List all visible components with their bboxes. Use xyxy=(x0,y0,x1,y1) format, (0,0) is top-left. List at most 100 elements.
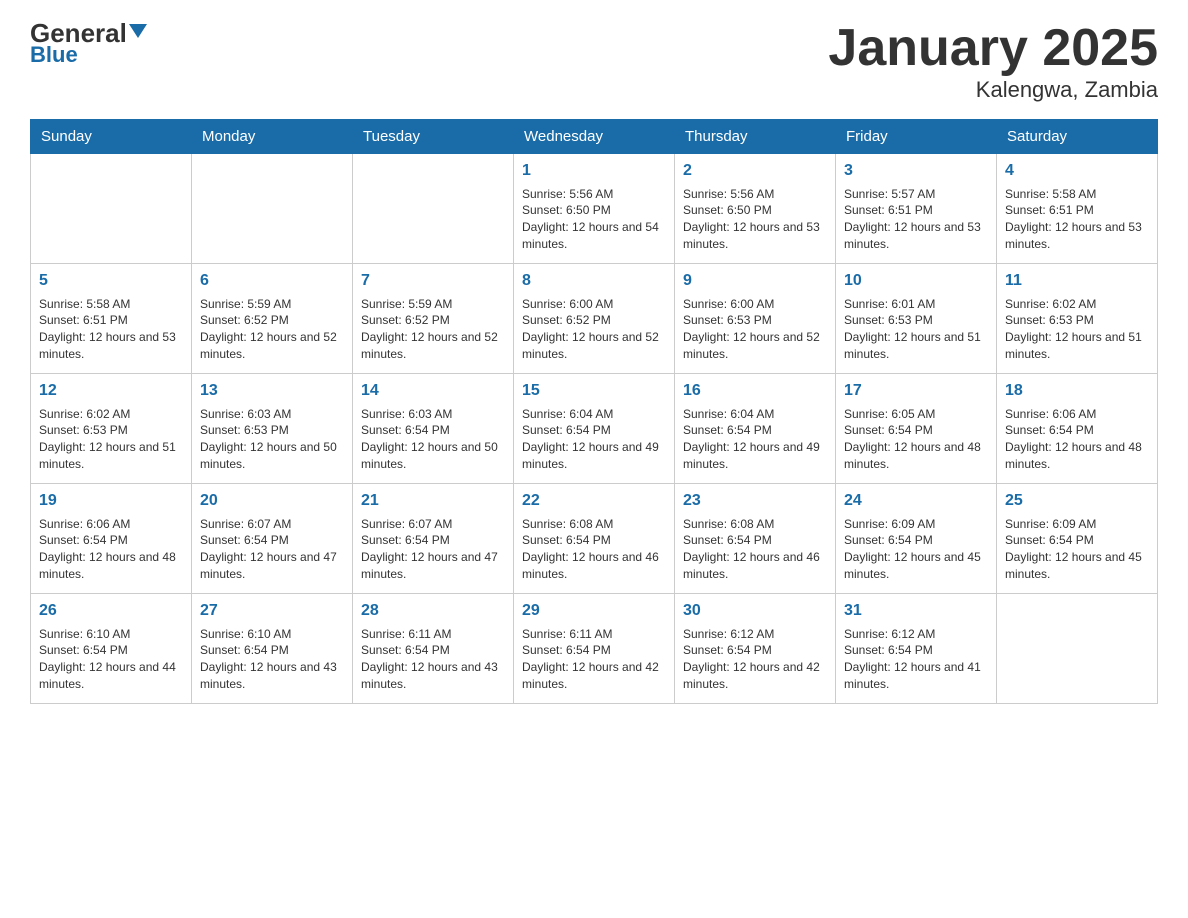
day-number: 22 xyxy=(522,490,666,512)
logo-sub: Blue xyxy=(30,42,78,68)
page-header: General Blue January 2025 Kalengwa, Zamb… xyxy=(30,20,1158,103)
day-info: Sunrise: 6:03 AMSunset: 6:54 PMDaylight:… xyxy=(361,407,498,471)
logo: General Blue xyxy=(30,20,147,68)
day-info: Sunrise: 5:59 AMSunset: 6:52 PMDaylight:… xyxy=(361,297,498,361)
calendar-cell: 19 Sunrise: 6:06 AMSunset: 6:54 PMDayligh… xyxy=(31,484,192,594)
day-number: 14 xyxy=(361,380,505,402)
logo-triangle-icon xyxy=(129,24,147,38)
day-info: Sunrise: 6:05 AMSunset: 6:54 PMDaylight:… xyxy=(844,407,981,471)
week-row-3: 12Sunrise: 6:02 AMSunset: 6:53 PMDayligh… xyxy=(31,374,1158,484)
day-info: Sunrise: 5:56 AMSunset: 6:50 PMDaylight:… xyxy=(522,187,659,251)
calendar-cell: 8Sunrise: 6:00 AMSunset: 6:52 PMDaylight… xyxy=(514,264,675,374)
day-info: Sunrise: 6:09 AMSunset: 6:54 PMDaylight:… xyxy=(844,517,981,581)
calendar-cell: 21Sunrise: 6:07 AMSunset: 6:54 PMDayligh… xyxy=(353,484,514,594)
day-info: Sunrise: 6:00 AMSunset: 6:53 PMDaylight:… xyxy=(683,297,820,361)
day-number: 16 xyxy=(683,380,827,402)
day-info: Sunrise: 6:02 AMSunset: 6:53 PMDaylight:… xyxy=(1005,297,1142,361)
calendar-cell xyxy=(31,154,192,264)
day-number: 25 xyxy=(1005,490,1149,512)
day-info: Sunrise: 5:57 AMSunset: 6:51 PMDaylight:… xyxy=(844,187,981,251)
calendar-cell: 28 Sunrise: 6:11 AMSunset: 6:54 PMDayligh… xyxy=(353,594,514,704)
day-info: Sunrise: 5:56 AMSunset: 6:50 PMDaylight:… xyxy=(683,187,820,251)
calendar-table: SundayMondayTuesdayWednesdayThursdayFrid… xyxy=(30,119,1158,704)
header-cell-wednesday: Wednesday xyxy=(514,120,675,154)
header-cell-saturday: Saturday xyxy=(997,120,1158,154)
day-number: 30 xyxy=(683,600,827,622)
day-info: Sunrise: 6:10 AMSunset: 6:54 PMDaylight:… xyxy=(200,627,337,691)
day-number: 24 xyxy=(844,490,988,512)
header-row: SundayMondayTuesdayWednesdayThursdayFrid… xyxy=(31,120,1158,154)
calendar-cell xyxy=(192,154,353,264)
day-number: 5 xyxy=(39,270,183,292)
calendar-cell: 10 Sunrise: 6:01 AMSunset: 6:53 PMDayligh… xyxy=(836,264,997,374)
day-number: 18 xyxy=(1005,380,1149,402)
day-number: 19 xyxy=(39,490,183,512)
calendar-cell: 7 Sunrise: 5:59 AMSunset: 6:52 PMDaylight… xyxy=(353,264,514,374)
day-info: Sunrise: 6:01 AMSunset: 6:53 PMDaylight:… xyxy=(844,297,981,361)
day-info: Sunrise: 5:59 AMSunset: 6:52 PMDaylight:… xyxy=(200,297,337,361)
day-number: 13 xyxy=(200,380,344,402)
day-number: 21 xyxy=(361,490,505,512)
day-number: 1 xyxy=(522,160,666,182)
day-info: Sunrise: 6:04 AMSunset: 6:54 PMDaylight:… xyxy=(522,407,659,471)
header-cell-friday: Friday xyxy=(836,120,997,154)
calendar-cell: 24 Sunrise: 6:09 AMSunset: 6:54 PMDayligh… xyxy=(836,484,997,594)
week-row-4: 19 Sunrise: 6:06 AMSunset: 6:54 PMDayligh… xyxy=(31,484,1158,594)
day-number: 8 xyxy=(522,270,666,292)
calendar-cell: 26 Sunrise: 6:10 AMSunset: 6:54 PMDayligh… xyxy=(31,594,192,704)
day-number: 4 xyxy=(1005,160,1149,182)
day-number: 11 xyxy=(1005,270,1149,292)
calendar-cell: 13Sunrise: 6:03 AMSunset: 6:53 PMDayligh… xyxy=(192,374,353,484)
week-row-5: 26 Sunrise: 6:10 AMSunset: 6:54 PMDayligh… xyxy=(31,594,1158,704)
day-number: 23 xyxy=(683,490,827,512)
day-number: 7 xyxy=(361,270,505,292)
calendar-cell: 27Sunrise: 6:10 AMSunset: 6:54 PMDayligh… xyxy=(192,594,353,704)
week-row-2: 5 Sunrise: 5:58 AMSunset: 6:51 PMDaylight… xyxy=(31,264,1158,374)
day-number: 29 xyxy=(522,600,666,622)
calendar-cell: 3 Sunrise: 5:57 AMSunset: 6:51 PMDaylight… xyxy=(836,154,997,264)
header-cell-thursday: Thursday xyxy=(675,120,836,154)
day-info: Sunrise: 6:09 AMSunset: 6:54 PMDaylight:… xyxy=(1005,517,1142,581)
day-info: Sunrise: 5:58 AMSunset: 6:51 PMDaylight:… xyxy=(39,297,176,361)
day-number: 15 xyxy=(522,380,666,402)
calendar-title: January 2025 xyxy=(828,20,1158,77)
calendar-cell: 16 Sunrise: 6:04 AMSunset: 6:54 PMDayligh… xyxy=(675,374,836,484)
calendar-cell: 15 Sunrise: 6:04 AMSunset: 6:54 PMDayligh… xyxy=(514,374,675,484)
day-number: 26 xyxy=(39,600,183,622)
title-block: January 2025 Kalengwa, Zambia xyxy=(828,20,1158,103)
calendar-cell: 25 Sunrise: 6:09 AMSunset: 6:54 PMDayligh… xyxy=(997,484,1158,594)
day-number: 12 xyxy=(39,380,183,402)
calendar-cell: 5 Sunrise: 5:58 AMSunset: 6:51 PMDaylight… xyxy=(31,264,192,374)
header-cell-tuesday: Tuesday xyxy=(353,120,514,154)
calendar-cell: 2 Sunrise: 5:56 AMSunset: 6:50 PMDaylight… xyxy=(675,154,836,264)
calendar-cell xyxy=(997,594,1158,704)
calendar-cell: 23 Sunrise: 6:08 AMSunset: 6:54 PMDayligh… xyxy=(675,484,836,594)
calendar-cell: 9 Sunrise: 6:00 AMSunset: 6:53 PMDaylight… xyxy=(675,264,836,374)
day-info: Sunrise: 6:11 AMSunset: 6:54 PMDaylight:… xyxy=(522,627,659,691)
day-number: 28 xyxy=(361,600,505,622)
day-number: 31 xyxy=(844,600,988,622)
day-info: Sunrise: 6:10 AMSunset: 6:54 PMDaylight:… xyxy=(39,627,176,691)
day-info: Sunrise: 6:07 AMSunset: 6:54 PMDaylight:… xyxy=(200,517,337,581)
day-info: Sunrise: 6:06 AMSunset: 6:54 PMDaylight:… xyxy=(39,517,176,581)
calendar-cell xyxy=(353,154,514,264)
day-info: Sunrise: 6:08 AMSunset: 6:54 PMDaylight:… xyxy=(683,517,820,581)
calendar-cell: 14 Sunrise: 6:03 AMSunset: 6:54 PMDayligh… xyxy=(353,374,514,484)
day-number: 10 xyxy=(844,270,988,292)
day-info: Sunrise: 6:04 AMSunset: 6:54 PMDaylight:… xyxy=(683,407,820,471)
calendar-cell: 6Sunrise: 5:59 AMSunset: 6:52 PMDaylight… xyxy=(192,264,353,374)
day-number: 3 xyxy=(844,160,988,182)
day-info: Sunrise: 6:12 AMSunset: 6:54 PMDaylight:… xyxy=(844,627,981,691)
calendar-cell: 11 Sunrise: 6:02 AMSunset: 6:53 PMDayligh… xyxy=(997,264,1158,374)
calendar-cell: 17 Sunrise: 6:05 AMSunset: 6:54 PMDayligh… xyxy=(836,374,997,484)
calendar-cell: 12Sunrise: 6:02 AMSunset: 6:53 PMDayligh… xyxy=(31,374,192,484)
calendar-cell: 31 Sunrise: 6:12 AMSunset: 6:54 PMDayligh… xyxy=(836,594,997,704)
calendar-cell: 1 Sunrise: 5:56 AMSunset: 6:50 PMDaylight… xyxy=(514,154,675,264)
day-info: Sunrise: 6:11 AMSunset: 6:54 PMDaylight:… xyxy=(361,627,498,691)
day-number: 17 xyxy=(844,380,988,402)
day-info: Sunrise: 6:12 AMSunset: 6:54 PMDaylight:… xyxy=(683,627,820,691)
day-number: 9 xyxy=(683,270,827,292)
calendar-cell: 22 Sunrise: 6:08 AMSunset: 6:54 PMDayligh… xyxy=(514,484,675,594)
day-number: 2 xyxy=(683,160,827,182)
day-info: Sunrise: 6:08 AMSunset: 6:54 PMDaylight:… xyxy=(522,517,659,581)
